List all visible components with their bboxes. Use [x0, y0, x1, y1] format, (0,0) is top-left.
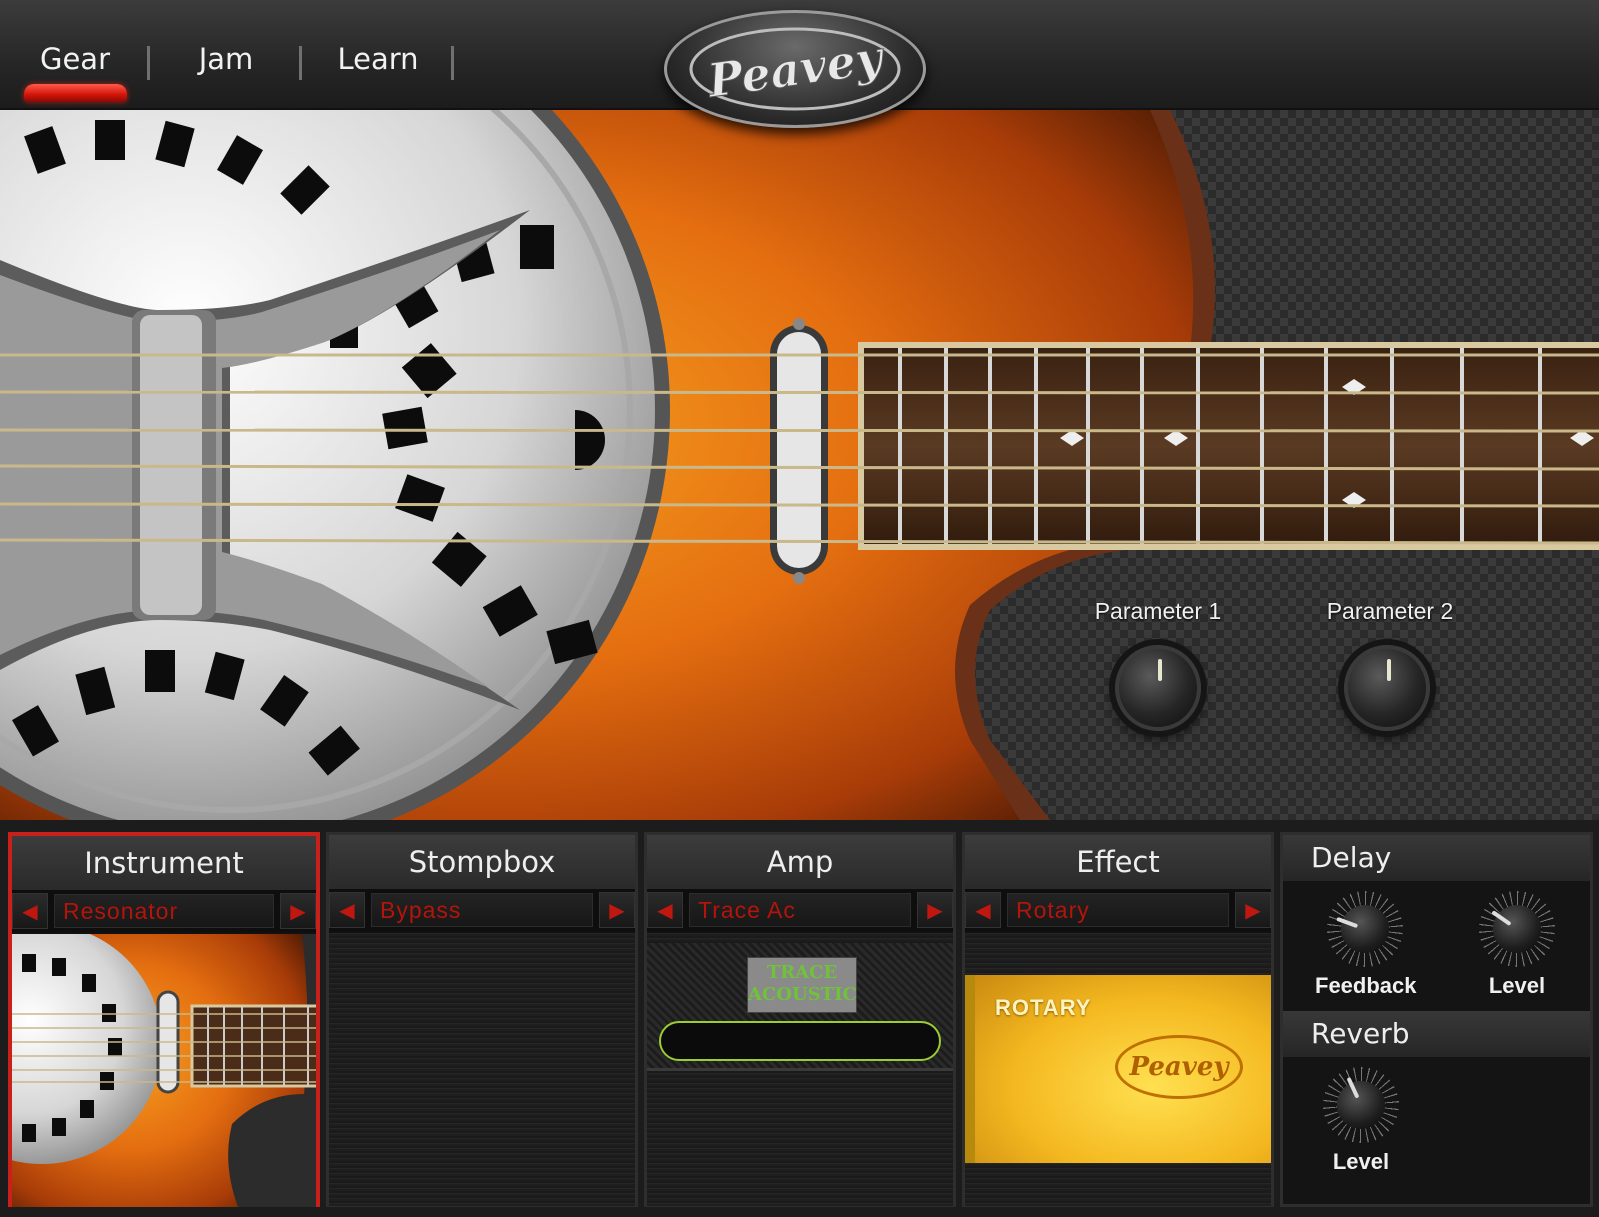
logo-text: Peavey: [703, 30, 889, 109]
signal-chain-panel: Instrument ◀ Resonator ▶ Stompbox ◀ Bypa…: [0, 820, 1599, 1217]
stompbox-empty-area: [329, 933, 635, 1206]
amp-title: Amp: [647, 835, 953, 889]
effect-next-button[interactable]: ▶: [1235, 892, 1271, 928]
arrow-right-icon: ▶: [609, 900, 625, 922]
arrow-left-icon: ◀: [339, 900, 355, 922]
amp-value[interactable]: Trace Ac: [689, 893, 911, 927]
reverb-level-knob[interactable]: [1323, 1067, 1399, 1143]
delay-level-control: Level: [1467, 891, 1567, 999]
arrow-left-icon: ◀: [22, 901, 38, 923]
instrument-selector: ◀ Resonator ▶: [12, 890, 316, 932]
amp-next-button[interactable]: ▶: [917, 892, 953, 928]
peavey-logo-graphic: Peavey: [689, 27, 901, 111]
effect-value[interactable]: Rotary: [1007, 893, 1229, 927]
rotary-pedal: ROTARY Peavey: [965, 975, 1271, 1163]
tab-jam-label: Jam: [198, 42, 254, 76]
instrument-prev-button[interactable]: ◀: [12, 893, 48, 929]
amp-control-strip: [659, 1021, 941, 1061]
arrow-left-icon: ◀: [657, 900, 673, 922]
delay-feedback-knob[interactable]: [1327, 891, 1403, 967]
effect-selector: ◀ Rotary ▶: [965, 889, 1271, 931]
instrument-slot[interactable]: Instrument ◀ Resonator ▶: [8, 832, 320, 1207]
stompbox-selector: ◀ Bypass ▶: [329, 889, 635, 931]
trace-acoustic-logo: TRACE ACOUSTIC: [747, 957, 857, 1013]
effect-prev-button[interactable]: ◀: [965, 892, 1001, 928]
active-tab-indicator: [24, 84, 127, 102]
rotary-peavey-logo: Peavey: [1115, 1035, 1243, 1099]
arrow-right-icon: ▶: [927, 900, 943, 922]
effect-slot[interactable]: Effect ◀ Rotary ▶ ROTARY Peavey: [962, 832, 1274, 1207]
peavey-logo: Peavey: [664, 10, 926, 128]
delay-feedback-control: Feedback: [1315, 891, 1417, 999]
amp-prev-button[interactable]: ◀: [647, 892, 683, 928]
parameter-2-knob[interactable]: [1344, 645, 1430, 731]
reverb-title: Reverb: [1283, 1011, 1590, 1057]
parameter-2-label: Parameter 2: [1326, 598, 1454, 624]
nav-divider: [451, 46, 454, 80]
stompbox-title: Stompbox: [329, 835, 635, 889]
effect-title: Effect: [965, 835, 1271, 889]
instrument-value[interactable]: Resonator: [54, 894, 274, 928]
tab-jam[interactable]: Jam: [150, 0, 302, 110]
delay-level-knob[interactable]: [1479, 891, 1555, 967]
reverb-level-label: Level: [1332, 1149, 1390, 1174]
stompbox-next-button[interactable]: ▶: [599, 892, 635, 928]
amp-selector: ◀ Trace Ac ▶: [647, 889, 953, 931]
arrow-right-icon: ▶: [1245, 900, 1261, 922]
parameter-1-label: Parameter 1: [1094, 598, 1222, 624]
delay-reverb-panel: Delay Feedback Level Reverb Level: [1280, 832, 1593, 1207]
instrument-thumbnail: [12, 934, 316, 1207]
instrument-next-button[interactable]: ▶: [280, 893, 316, 929]
instrument-title: Instrument: [12, 836, 316, 890]
arrow-right-icon: ▶: [290, 901, 306, 923]
effect-thumbnail: ROTARY Peavey: [965, 933, 1271, 1206]
stompbox-prev-button[interactable]: ◀: [329, 892, 365, 928]
instrument-view: Parameter 1 Parameter 2: [0, 110, 1599, 820]
stompbox-slot[interactable]: Stompbox ◀ Bypass ▶: [326, 832, 638, 1207]
tab-learn[interactable]: Learn: [302, 0, 454, 110]
amp-slot[interactable]: Amp ◀ Trace Ac ▶ TRACE ACOUSTIC: [644, 832, 956, 1207]
delay-feedback-label: Feedback: [1315, 973, 1417, 998]
parameter-1-knob[interactable]: [1115, 645, 1201, 731]
amp-thumbnail: TRACE ACOUSTIC: [647, 933, 953, 1206]
arrow-left-icon: ◀: [975, 900, 991, 922]
delay-title: Delay: [1283, 835, 1590, 881]
reverb-level-control: Level: [1311, 1067, 1411, 1175]
tab-learn-label: Learn: [337, 42, 419, 76]
tab-gear-label: Gear: [39, 42, 110, 76]
resonator-thumbnail: [12, 934, 316, 1207]
stompbox-value[interactable]: Bypass: [371, 893, 593, 927]
delay-level-label: Level: [1488, 973, 1546, 998]
rotary-pedal-label: ROTARY: [995, 995, 1092, 1020]
